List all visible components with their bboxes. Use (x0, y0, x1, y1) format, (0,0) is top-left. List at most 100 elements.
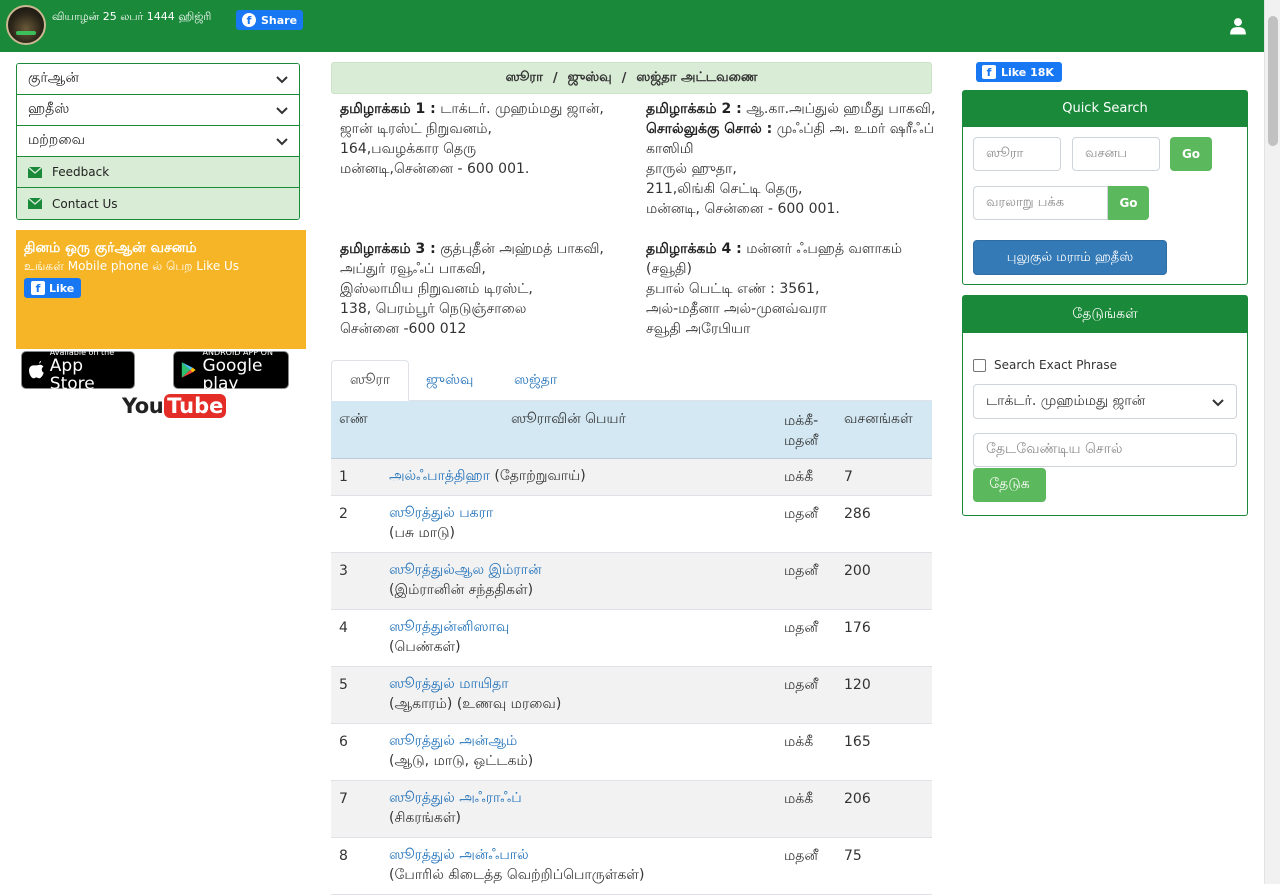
exact-phrase-checkbox[interactable]: Search Exact Phrase (973, 358, 1117, 372)
youtube-logo[interactable]: You Tube (122, 392, 227, 420)
credit-line: தபால் பெட்டி எண் : 3561, (646, 281, 820, 297)
sura-number: 1 (339, 469, 348, 485)
fb-like-count: Like 18K (1001, 65, 1054, 79)
sura-number: 2 (339, 506, 348, 522)
sura-name-cell: அல்ஃபாத்திஹா (தோற்றுவாய்) (389, 466, 586, 486)
facebook-icon: f (242, 13, 256, 27)
breadcrumb-sura[interactable]: ஸூரா (506, 70, 543, 86)
credit-line: 211,லிங்கி செட்டி தெரு, (646, 181, 803, 197)
sura-link[interactable]: ஸூரத்துல்ஆல இம்ரான் (389, 562, 542, 578)
menu-quran[interactable]: குர்ஆன் (17, 64, 299, 95)
revelation-type: மதனீ (784, 620, 818, 636)
table-header: எண் ஸூராவின் பெயர் மக்கீ-மதனீ வசனங்கள் (331, 401, 932, 459)
sura-meaning: (போரில் கிடைத்த வெற்றிப்பொருள்கள்) (389, 867, 645, 883)
facebook-like-count-button[interactable]: f Like 18K (976, 62, 1062, 82)
header-number: எண் (339, 411, 368, 427)
sura-link[interactable]: ஸூரத்துல் அஃராஃப் (389, 790, 522, 806)
credit-line: அல்-மதீனா அல்-முனவ்வரா (646, 301, 827, 317)
sura-name-cell: ஸூரத்துல் அஃராஃப் (சிகரங்கள்) (389, 788, 522, 828)
scrollbar-thumb[interactable] (1268, 16, 1278, 146)
envelope-icon (28, 198, 42, 209)
verse-count: 7 (844, 469, 853, 485)
tab-sajda[interactable]: ஸஜ்தா (499, 360, 572, 401)
app-store-badge[interactable]: Available on the App Store (21, 348, 135, 393)
sura-link[interactable]: ஸூரத்துல் அன்ஃபால் (389, 847, 529, 863)
promo-subtitle: உங்கள் Mobile phone ல் பெற Like Us (24, 259, 240, 273)
youtube-tube: Tube (164, 394, 227, 418)
search-submit-button[interactable]: தேடுக (973, 468, 1046, 502)
facebook-icon: f (982, 65, 996, 79)
table-body: 1 அல்ஃபாத்திஹா (தோற்றுவாய்) மக்கீ 7 2 ஸூரத்து… (331, 459, 932, 895)
google-play-icon (181, 362, 196, 378)
quick-search-title: Quick Search (963, 91, 1247, 127)
sura-link[interactable]: ஸூரத்துல் பகரா (389, 505, 493, 521)
apple-icon (29, 360, 44, 379)
chevron-down-icon (1212, 398, 1224, 406)
table-row: 3 ஸூரத்துல்ஆல இம்ரான் (இம்ரானின் சந்ததிகள்… (331, 553, 932, 610)
header-sura-name: ஸூராவின் பெயர் (511, 411, 626, 427)
menu-quran-label: குர்ஆன் (28, 70, 79, 86)
credit-line: 138, பெரம்பூர் நெடுஞ்சாலை (340, 301, 527, 317)
sura-name-cell: ஸூரத்துல் மாயிதா (ஆகாரம்) (உணவு மரவை) (389, 674, 561, 714)
credit-line: சவூதி அரேபியா (646, 321, 751, 337)
header-type: மக்கீ-மதனீ (784, 413, 819, 449)
feedback-label: Feedback (52, 165, 110, 179)
credit-line: அப்துர் ரவூஃப் பாகவி, (340, 261, 486, 277)
menu-contact[interactable]: Contact Us (17, 188, 299, 219)
history-go-button[interactable]: Go (1108, 186, 1149, 220)
sura-name-cell: ஸூரத்துன்னிஸாவு (பெண்கள்) (389, 617, 509, 657)
chevron-down-icon (276, 138, 288, 146)
breadcrumb-juz[interactable]: ஜுஸ்வு (568, 70, 612, 86)
sura-link[interactable]: அல்ஃபாத்திஹா (389, 468, 490, 484)
credit-label: தமிழாக்கம் 2 : (646, 101, 742, 117)
bulugh-maram-hadith-button[interactable]: புலுகுல் மராம் ஹதீஸ் (973, 240, 1167, 275)
verse-count: 286 (844, 506, 871, 522)
history-page-input[interactable]: வரலாறு பக்க (973, 186, 1108, 220)
menu-others[interactable]: மற்றவை (17, 126, 299, 157)
search-panel: தேடுங்கள் Search Exact Phrase டாக்டர். ம… (962, 295, 1248, 516)
menu-hadith[interactable]: ஹதீஸ் (17, 95, 299, 126)
verse-count: 165 (844, 734, 871, 750)
top-navbar: வியாழன் 25 லபர் 1444 ஹிஜ்ரி f Share (0, 0, 1264, 52)
breadcrumb-sajda[interactable]: ஸஜ்தா அட்டவணை (636, 70, 757, 86)
google-play-badge[interactable]: ANDROID APP ON Google play (173, 348, 289, 393)
facebook-share-button[interactable]: f Share (236, 10, 303, 30)
verse-count: 75 (844, 848, 862, 864)
site-logo[interactable] (6, 5, 46, 45)
sura-name-cell: ஸூரத்துல் அன்ஆம் (ஆடு, மாடு, ஒட்டகம்) (389, 731, 533, 771)
like-label: Like (49, 281, 75, 295)
table-row: 7 ஸூரத்துல் அஃராஃப் (சிகரங்கள்) மக்கீ 206 (331, 781, 932, 838)
table-row: 8 ஸூரத்துல் அன்ஃபால் (போரில் கிடைத்த வெற்ற… (331, 838, 932, 895)
revelation-type: மதனீ (784, 563, 818, 579)
facebook-like-button[interactable]: f Like (24, 278, 82, 298)
chevron-down-icon (276, 76, 288, 84)
tab-sura[interactable]: ஸூரா (331, 360, 409, 401)
sura-number: 7 (339, 791, 348, 807)
search-query-input[interactable]: தேடவேண்டிய சொல் (973, 433, 1237, 467)
verse-number-input[interactable]: வசனப (1072, 137, 1160, 171)
credit-label: சொல்லுக்கு சொல் : (646, 121, 773, 137)
sura-link[interactable]: ஸூரத்துன்னிஸாவு (389, 619, 509, 635)
sura-number-input[interactable]: ஸூரா (973, 137, 1061, 171)
translator-select[interactable]: டாக்டர். முஹம்மது ஜான் (973, 384, 1237, 419)
sura-meaning: (சிகரங்கள்) (389, 810, 461, 826)
sura-meaning: (தோற்றுவாய்) (494, 468, 586, 484)
user-icon[interactable] (1229, 17, 1247, 35)
envelope-icon (28, 166, 42, 178)
quick-go-button[interactable]: Go (1170, 137, 1212, 171)
checkbox-box[interactable] (973, 358, 986, 372)
menu-feedback[interactable]: Feedback (17, 157, 299, 188)
sura-link[interactable]: ஸூரத்துல் மாயிதா (389, 676, 509, 692)
index-tabs: ஸூரா ஜுஸ்வு ஸஜ்தா (331, 360, 932, 401)
search-title: தேடுங்கள் (963, 296, 1247, 333)
revelation-type: மதனீ (784, 848, 818, 864)
revelation-type: மதனீ (784, 677, 818, 693)
promo-title: தினம் ஒரு குர்ஆன் வசனம் (24, 240, 197, 256)
page-scrollbar[interactable] (1264, 0, 1280, 884)
translator-selected: டாக்டர். முஹம்மது ஜான் (986, 392, 1146, 409)
sura-meaning: (ஆகாரம்) (உணவு மரவை) (389, 696, 562, 712)
sura-name-cell: ஸூரத்துல்ஆல இம்ரான் (இம்ரானின் சந்ததிகள்) (389, 560, 542, 600)
credit-translation-1: தமிழாக்கம் 1 : டாக்டர். முஹம்மது ஜான், ஜ… (340, 99, 630, 179)
sura-link[interactable]: ஸூரத்துல் அன்ஆம் (389, 733, 517, 749)
tab-juz[interactable]: ஜுஸ்வு (411, 360, 488, 401)
